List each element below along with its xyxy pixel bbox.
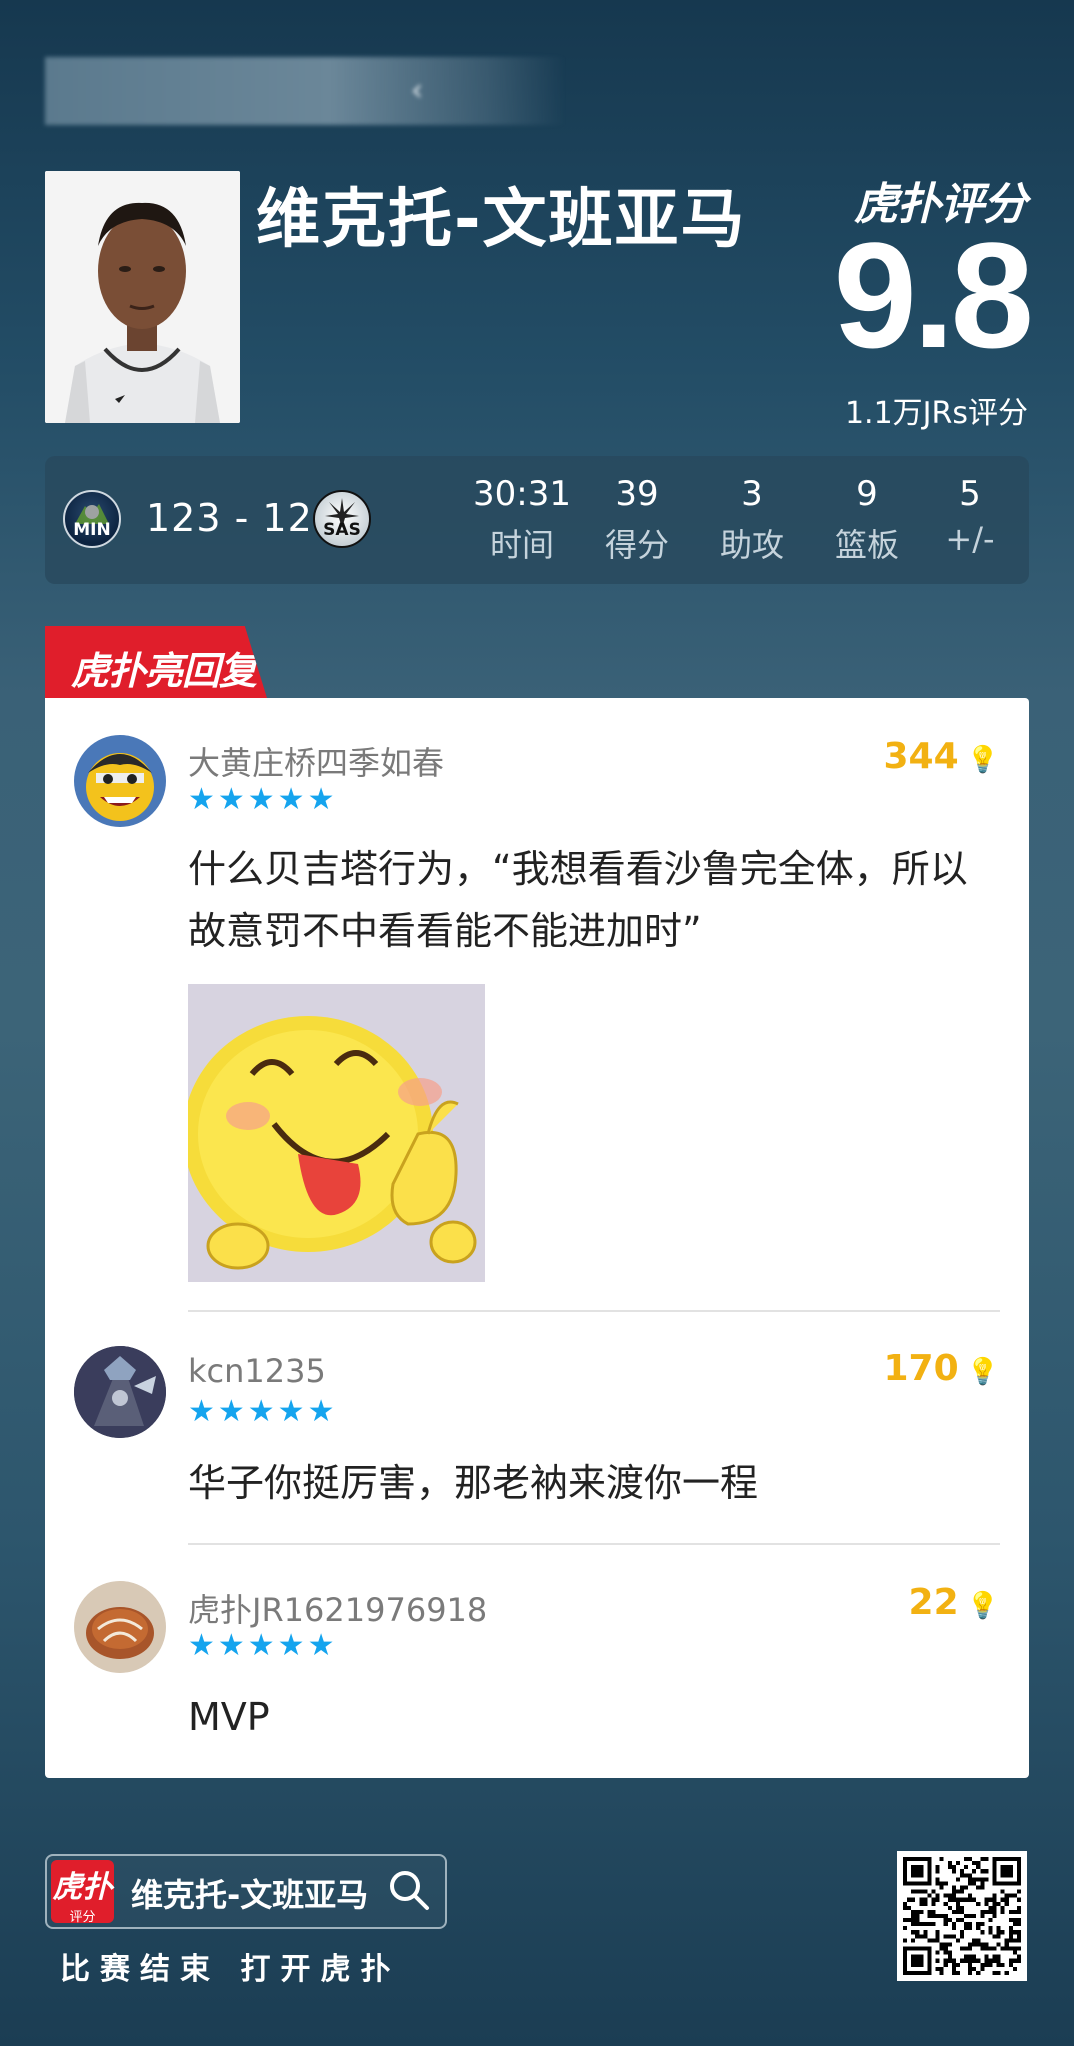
stat-label: +/-	[945, 520, 995, 558]
comment-text: MVP	[188, 1695, 270, 1739]
comment-divider	[188, 1543, 1000, 1545]
away-team-abbr: SAS	[323, 520, 361, 540]
like-count[interactable]: 344 💡	[883, 736, 999, 777]
star-rating-icon: ★★★★★	[188, 782, 338, 817]
game-score: 123 - 126	[146, 496, 338, 540]
game-stats-panel: MIN 123 - 126 SAS 30:31 时间 39 得分 3 助攻 9 …	[45, 456, 1029, 584]
comments-card: 大黄庄桥四季如春 ★★★★★ 344 💡 什么贝吉塔行为，“我想看看沙鲁完全体，所…	[45, 698, 1029, 1778]
user-avatar[interactable]	[74, 1346, 166, 1438]
stat-value: 3	[741, 474, 763, 514]
stat-value: 39	[615, 474, 659, 514]
player-name: 维克托-文班亚马	[256, 183, 747, 257]
stat-points: 39 得分	[582, 474, 692, 566]
stat-plus-minus: 5 +/-	[915, 474, 1025, 558]
comment-username[interactable]: kcn1235	[188, 1352, 326, 1390]
player-photo	[45, 171, 240, 423]
lightbulb-icon: 💡	[966, 745, 999, 775]
like-count-value: 344	[883, 736, 959, 777]
stat-label: 助攻	[719, 526, 784, 564]
star-rating-icon: ★★★★★	[188, 1628, 338, 1663]
comment-username[interactable]: 虎扑JR1621976918	[188, 1585, 487, 1631]
user-avatar[interactable]	[74, 1581, 166, 1673]
back-arrow-icon[interactable]: ‹	[411, 73, 423, 108]
like-count-value: 170	[883, 1348, 959, 1389]
highlight-replies-tag: 虎扑亮回复	[45, 626, 267, 698]
stat-rebounds: 9 篮板	[812, 474, 922, 566]
lightbulb-icon: 💡	[966, 1591, 999, 1621]
stat-value: 9	[856, 474, 878, 514]
search-query: 维克托-文班亚马	[131, 1876, 369, 1914]
comment-username[interactable]: 大黄庄桥四季如春	[188, 738, 444, 784]
hupu-app-logo: 虎扑 评分	[51, 1860, 114, 1925]
comment-divider	[188, 1310, 1000, 1312]
blurred-header-bar: ‹	[45, 57, 565, 125]
like-count[interactable]: 22 💡	[909, 1582, 999, 1623]
stat-assists: 3 助攻	[697, 474, 807, 566]
comment-text: 什么贝吉塔行为，“我想看看沙鲁完全体，所以故意罚不中看看能不能进加时”	[188, 847, 968, 953]
like-count-value: 22	[908, 1582, 959, 1623]
stat-value: 5	[959, 474, 981, 514]
stat-label: 篮板	[834, 526, 899, 564]
sas-team-logo-icon: SAS	[313, 490, 371, 548]
stat-label: 得分	[604, 526, 669, 564]
lightbulb-icon: 💡	[966, 1357, 999, 1387]
comment-image-emoji[interactable]	[188, 984, 485, 1282]
open-hupu-cta[interactable]: 比赛结束 打开虎扑	[60, 1944, 400, 1988]
logo-subtext: 评分	[69, 1910, 96, 1925]
stat-minutes: 30:31 时间	[467, 474, 577, 566]
search-box[interactable]: 虎扑 评分 维克托-文班亚马	[45, 1854, 447, 1929]
section-tag-label: 虎扑亮回复	[71, 649, 257, 693]
rating-count: 1.1万JRs评分	[844, 396, 1028, 431]
star-rating-icon: ★★★★★	[188, 1394, 338, 1429]
like-count[interactable]: 170 💡	[883, 1348, 999, 1389]
comment-text: 华子你挺厉害，那老衲来渡你一程	[188, 1461, 759, 1505]
home-team-abbr: MIN	[73, 520, 111, 540]
stat-value: 30:31	[473, 474, 571, 514]
stat-label: 时间	[489, 526, 554, 564]
user-avatar[interactable]	[74, 735, 166, 827]
qr-code	[897, 1851, 1027, 1981]
logo-text: 虎扑	[52, 1870, 113, 1905]
player-rating-score: 9.8	[833, 211, 1034, 379]
min-team-logo-icon: MIN	[63, 490, 121, 548]
search-icon[interactable]	[387, 1868, 431, 1916]
